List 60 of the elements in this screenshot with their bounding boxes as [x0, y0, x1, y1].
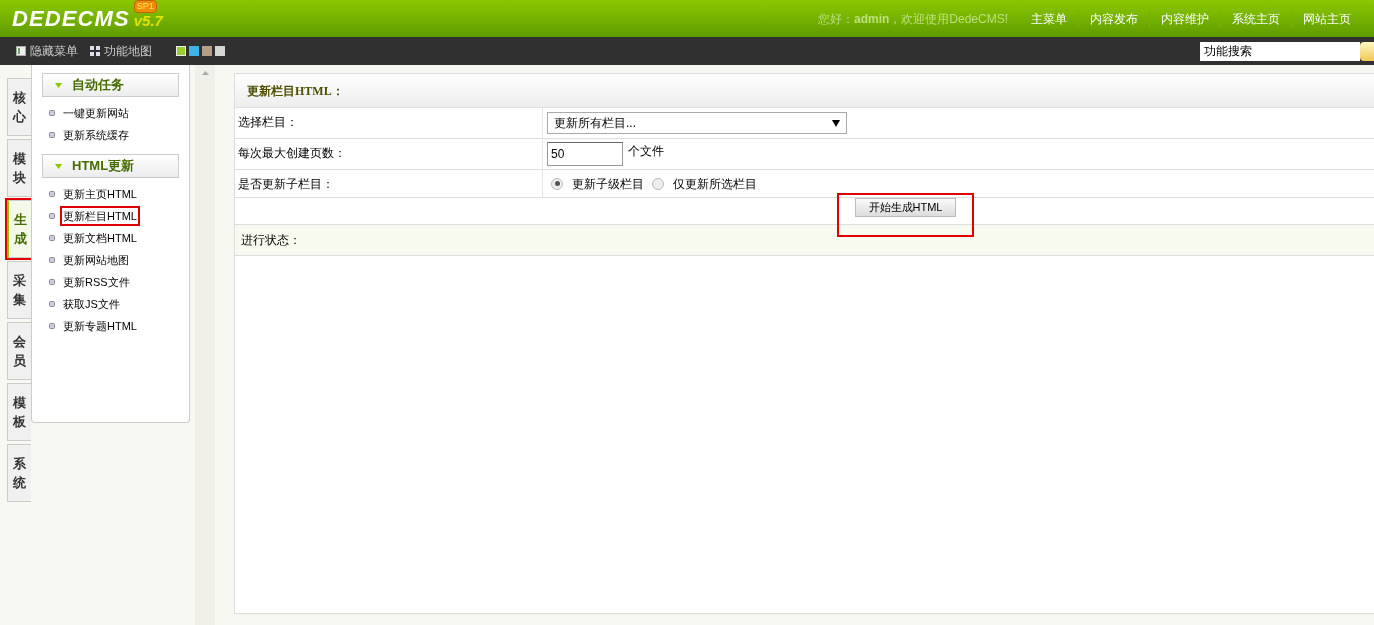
group-title: 自动任务 [72, 76, 124, 95]
bullet-icon [49, 132, 55, 138]
menu-group-header[interactable]: HTML更新 [42, 154, 179, 178]
skin-swatch[interactable] [215, 46, 225, 56]
side-tab[interactable]: 采集 [7, 261, 31, 319]
unit-label: 个文件 [628, 143, 664, 160]
skin-swatch[interactable] [189, 46, 199, 56]
field-label: 每次最大创建页数： [238, 146, 346, 160]
caret-icon [55, 163, 62, 169]
menu-item[interactable]: 更新专题HTML [62, 317, 138, 335]
side-tab[interactable]: 模板 [7, 383, 31, 441]
menu-item[interactable]: 更新网站地图 [62, 251, 130, 269]
radio-label: 更新子级栏目 [572, 175, 644, 193]
side-tab[interactable]: 系统 [7, 444, 31, 502]
skin-swatch[interactable] [202, 46, 212, 56]
field-label: 是否更新子栏目： [238, 177, 334, 191]
search-field[interactable]: 功能搜索 [1200, 41, 1360, 61]
group-title: HTML更新 [72, 157, 135, 176]
bullet-icon [49, 279, 55, 285]
greeting-text: 您好：admin，欢迎使用DedeCMS! [817, 10, 1008, 28]
side-tab[interactable]: 生成 [7, 200, 31, 258]
menu-item[interactable]: 更新系统缓存 [62, 126, 130, 144]
bullet-icon [49, 323, 55, 329]
menu-item[interactable]: 一键更新网站 [62, 104, 130, 122]
logo: DEDECMS [12, 5, 130, 33]
start-button[interactable]: 开始生成HTML [855, 198, 956, 217]
scroll-up-icon [201, 71, 209, 75]
skin-swatch[interactable] [176, 46, 186, 56]
grid-icon [90, 46, 100, 56]
search-button[interactable] [1360, 41, 1374, 61]
bullet-icon [49, 110, 55, 116]
bullet-icon [49, 235, 55, 241]
category-select[interactable]: 更新所有栏目... [547, 112, 847, 134]
side-tab[interactable]: 核心 [7, 78, 31, 136]
bullet-icon [49, 257, 55, 263]
radio-button[interactable] [652, 177, 664, 190]
dropdown-icon [832, 119, 840, 127]
side-tab[interactable]: 模块 [7, 139, 31, 197]
side-tab[interactable]: 会员 [7, 322, 31, 380]
menu-item[interactable]: 更新主页HTML [62, 185, 138, 203]
radio-button[interactable] [551, 177, 563, 190]
field-label: 选择栏目： [238, 115, 298, 129]
page-count-field[interactable]: 50 [547, 142, 623, 166]
menu-item[interactable]: 更新文档HTML [62, 229, 138, 247]
panel-icon [16, 46, 26, 56]
toolbar-link[interactable]: 功能地图 [104, 42, 152, 60]
menu-item[interactable]: 获取JS文件 [62, 295, 121, 313]
edition-badge: SP1 [133, 0, 157, 13]
toolbar-link[interactable]: 隐藏菜单 [30, 42, 78, 60]
form-title: 更新栏目HTML： [247, 82, 344, 100]
status-label: 进行状态： [241, 232, 301, 249]
bullet-icon [49, 213, 55, 219]
version-label: v5.7 [133, 13, 163, 29]
bullet-icon [49, 301, 55, 307]
menu-item[interactable]: 更新RSS文件 [62, 273, 131, 291]
radio-label: 仅更新所选栏目 [673, 175, 757, 193]
menu-group-header[interactable]: 自动任务 [42, 73, 179, 97]
caret-icon [55, 82, 62, 88]
menu-item[interactable]: 更新栏目HTML [62, 207, 138, 225]
bullet-icon [49, 191, 55, 197]
